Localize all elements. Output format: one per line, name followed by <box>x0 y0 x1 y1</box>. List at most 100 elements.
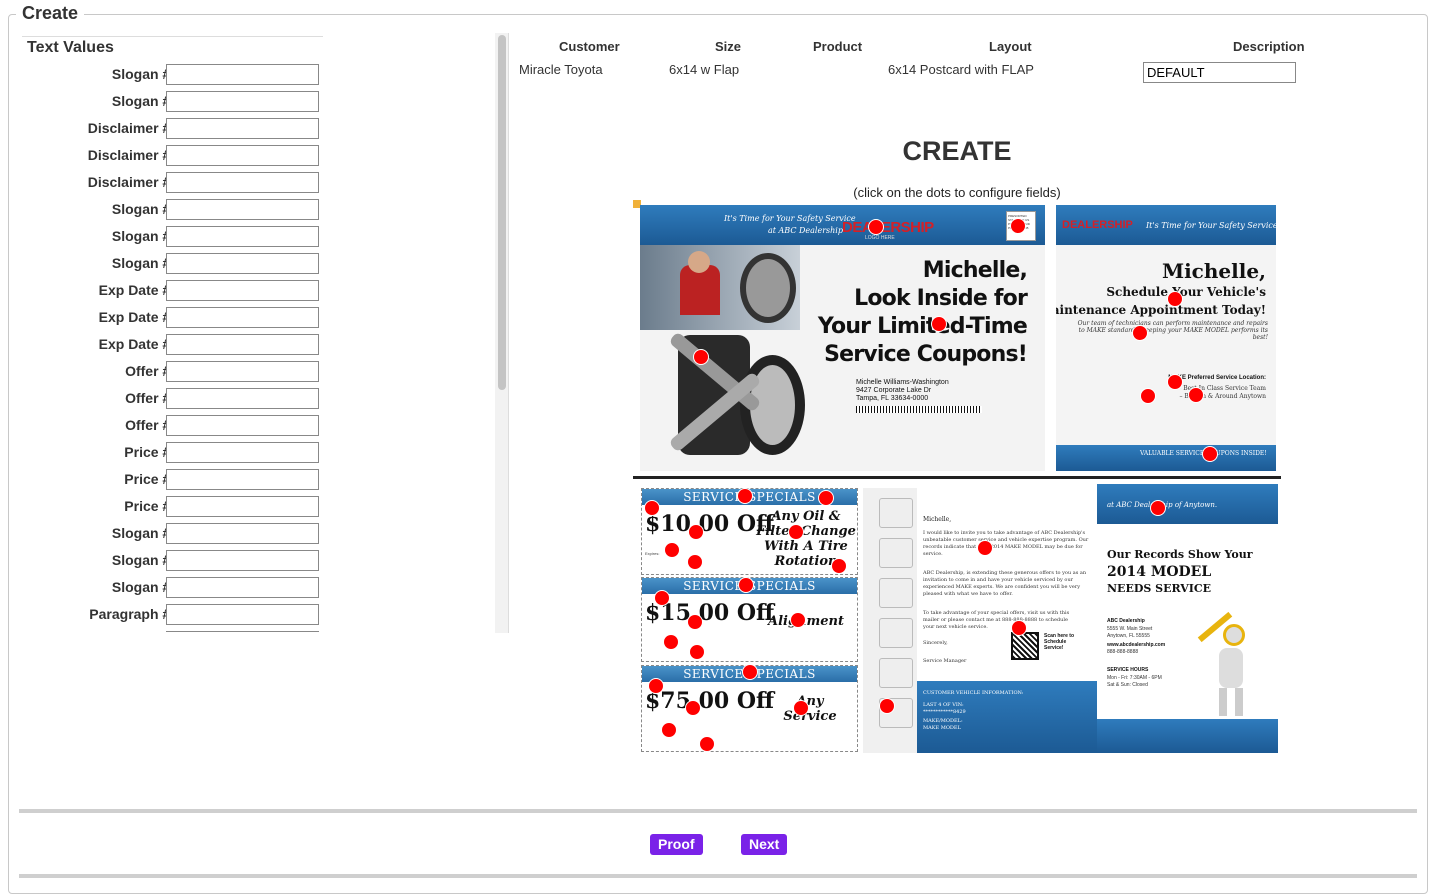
text-field-input[interactable] <box>166 334 319 355</box>
text-field-input[interactable] <box>166 361 319 382</box>
create-legend: Create <box>16 3 85 24</box>
text-field-input[interactable] <box>166 577 319 598</box>
records-1: Our Records Show Your <box>1107 548 1253 561</box>
text-field-row: Slogan #8 <box>22 64 322 86</box>
config-dot[interactable] <box>1150 500 1166 516</box>
config-dot[interactable] <box>687 554 703 570</box>
model-label: MAKE/MODEL: <box>923 718 963 724</box>
text-field-input[interactable] <box>166 253 319 274</box>
config-dot[interactable] <box>977 540 993 556</box>
text-field-input[interactable] <box>166 442 319 463</box>
config-dot[interactable] <box>661 722 677 738</box>
text-field-row: Slogan #2 <box>22 550 322 572</box>
config-dot[interactable] <box>738 577 754 593</box>
config-dot[interactable] <box>931 316 947 332</box>
text-field-label: Paragraph #1 <box>89 606 178 622</box>
text-field-input[interactable] <box>166 496 319 517</box>
postcard-canvas[interactable]: It's Time for Your Safety Service at ABC… <box>633 200 1283 755</box>
config-dot[interactable] <box>1188 387 1204 403</box>
text-field-row: Paragraph #1 <box>22 604 322 626</box>
config-dot[interactable] <box>687 614 703 630</box>
col-description-header: Description <box>1233 39 1305 54</box>
next-button[interactable]: Next <box>741 834 788 855</box>
text-field-input[interactable] <box>166 226 319 247</box>
text-field-row: Exp Date #2 <box>22 307 322 329</box>
flap-body: Our team of technicians can perform main… <box>1077 320 1268 341</box>
back-hours-title: SERVICE HOURS <box>1107 667 1149 673</box>
postal-barcode <box>856 406 982 413</box>
panel-scrollbar[interactable] <box>495 33 509 633</box>
config-dot[interactable] <box>790 612 806 628</box>
config-dot[interactable] <box>1010 218 1026 234</box>
config-dot[interactable] <box>868 219 884 235</box>
text-field-row: Slogan #3 <box>22 523 322 545</box>
text-field-row: Price #1 <box>22 496 322 518</box>
config-dot[interactable] <box>1202 446 1218 462</box>
text-field-input[interactable] <box>166 550 319 571</box>
config-dot[interactable] <box>831 558 847 574</box>
text-field-row: Offer #2 <box>22 388 322 410</box>
scrollbar-thumb[interactable] <box>498 35 506 390</box>
front-tagline-2: at ABC Dealership <box>768 226 843 235</box>
front-tagline-1: It's Time for Your Safety Service <box>724 214 856 223</box>
back-hours-1: Mon - Fri: 7:30AM - 6PM <box>1107 675 1162 681</box>
front-logo-sub: LOGO HERE <box>865 235 895 241</box>
config-dot[interactable] <box>788 524 804 540</box>
text-field-input[interactable] <box>166 415 319 436</box>
text-field-input[interactable] <box>166 307 319 328</box>
config-dot[interactable] <box>879 698 895 714</box>
config-dot[interactable] <box>1167 291 1183 307</box>
config-dot[interactable] <box>1132 325 1148 341</box>
text-field-row: Offer #3 <box>22 361 322 383</box>
config-dot[interactable] <box>737 488 753 504</box>
config-dot[interactable] <box>648 678 664 694</box>
config-dot[interactable] <box>1167 374 1183 390</box>
config-dot[interactable] <box>818 490 834 506</box>
config-dot[interactable] <box>654 590 670 606</box>
back-addr-2: Anytown, FL 55555 <box>1107 633 1150 639</box>
text-field-input[interactable] <box>166 118 319 139</box>
coupon-2-offer: Alignment <box>768 614 844 629</box>
config-dot[interactable] <box>1140 388 1156 404</box>
text-field-input[interactable] <box>166 172 319 193</box>
separator-bottom <box>19 874 1417 878</box>
flap-logo: DEALERSHIP <box>1062 219 1133 231</box>
text-field-input[interactable] <box>166 469 319 490</box>
back-addr-1: 5555 W. Main Street <box>1107 626 1153 632</box>
config-dot[interactable] <box>699 736 715 752</box>
config-dot[interactable] <box>688 524 704 540</box>
text-field-row: Offer #1 <box>22 415 322 437</box>
text-field-input-peek[interactable] <box>166 631 319 632</box>
config-dot[interactable] <box>644 500 660 516</box>
config-dot[interactable] <box>693 349 709 365</box>
config-dot[interactable] <box>742 664 758 680</box>
letter-p2: ABC Dealership, is extending these gener… <box>923 570 1087 597</box>
text-field-input[interactable] <box>166 145 319 166</box>
mailing-address: Michelle Williams-Washington 9427 Corpor… <box>856 379 949 402</box>
text-field-input[interactable] <box>166 523 319 544</box>
text-field-input[interactable] <box>166 280 319 301</box>
text-values-title: Text Values <box>27 39 114 56</box>
proof-button[interactable]: Proof <box>650 834 703 855</box>
config-dot[interactable] <box>689 644 705 660</box>
config-dot[interactable] <box>685 700 701 716</box>
config-dot[interactable] <box>793 700 809 716</box>
text-field-row: Disclaimer #2 <box>22 145 322 167</box>
col-size-header: Size <box>715 39 742 54</box>
layout-value: 6x14 Postcard with FLAP <box>888 62 1034 77</box>
col-customer-header: Customer <box>559 39 620 54</box>
panel-divider <box>508 33 509 633</box>
config-dot[interactable] <box>1011 620 1027 636</box>
config-dot[interactable] <box>663 634 679 650</box>
text-field-row: Disclaimer #1 <box>22 172 322 194</box>
text-field-input[interactable] <box>166 388 319 409</box>
back-phone: 888-888-8888 <box>1107 649 1139 655</box>
back-panel: at ABC Dealership of Anytown. Our Record… <box>1097 484 1278 753</box>
text-field-input[interactable] <box>166 604 319 625</box>
text-field-input[interactable] <box>166 64 319 85</box>
letter-p1: I would like to invite you to take advan… <box>923 530 1089 557</box>
config-dot[interactable] <box>664 542 680 558</box>
description-input[interactable] <box>1143 62 1296 83</box>
text-field-input[interactable] <box>166 91 319 112</box>
text-field-input[interactable] <box>166 199 319 220</box>
